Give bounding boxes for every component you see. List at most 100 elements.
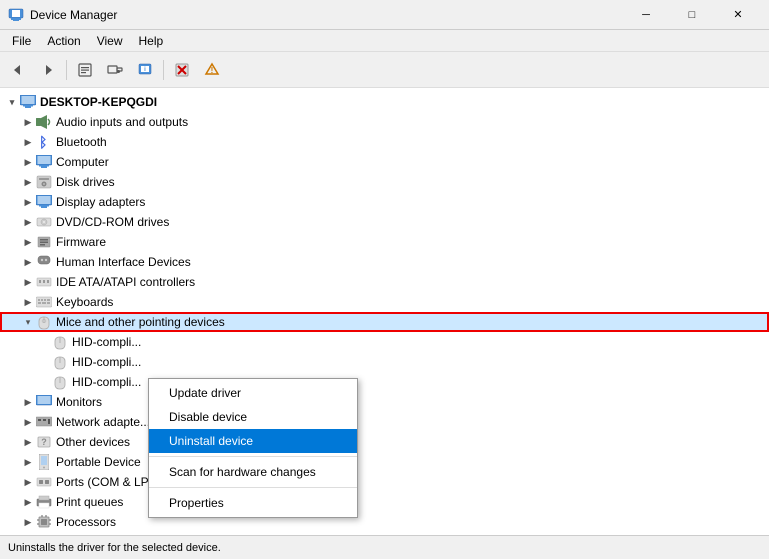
label-ide: IDE ATA/ATAPI controllers — [56, 275, 195, 289]
ctx-item-scan[interactable]: Scan for hardware changes — [149, 460, 357, 484]
menu-file[interactable]: File — [4, 32, 39, 50]
ctx-sep-sep2 — [149, 487, 357, 488]
toggle-hid[interactable]: ▶ — [20, 254, 36, 270]
toggle-software-comp[interactable]: ▶ — [20, 534, 36, 535]
tree-item-ide[interactable]: ▶ IDE ATA/ATAPI controllers — [0, 272, 769, 292]
properties-toolbar-button[interactable] — [71, 56, 99, 84]
svg-text:!: ! — [211, 66, 214, 75]
tree-item-display[interactable]: ▶Display adapters — [0, 192, 769, 212]
status-text: Uninstalls the driver for the selected d… — [8, 542, 221, 554]
icon-software-comp — [36, 534, 52, 535]
toolbar-sep-2 — [163, 60, 164, 80]
tree-item-monitors[interactable]: ▶ Monitors — [0, 392, 769, 412]
label-bluetooth: Bluetooth — [56, 135, 107, 149]
icon-print — [36, 494, 52, 510]
label-print: Print queues — [56, 495, 123, 509]
icon-audio — [36, 114, 52, 130]
tree-item-audio[interactable]: ▶ Audio inputs and outputs — [0, 112, 769, 132]
icon-disk — [36, 174, 52, 190]
icon-hid1 — [52, 334, 68, 350]
tree-item-network[interactable]: ▶ Network adapte... — [0, 412, 769, 432]
label-hid2: HID-compli... — [72, 355, 141, 369]
icon-portable — [36, 454, 52, 470]
label-other: Other devices — [56, 435, 130, 449]
toggle-keyboards[interactable]: ▶ — [20, 294, 36, 310]
toggle-dvd[interactable]: ▶ — [20, 214, 36, 230]
icon-network — [36, 414, 52, 430]
toggle-hid1[interactable] — [36, 334, 52, 350]
tree-item-disk[interactable]: ▶Disk drives — [0, 172, 769, 192]
menu-help[interactable]: Help — [131, 32, 172, 50]
tree-item-hid2[interactable]: HID-compli... — [0, 352, 769, 372]
uninstall-toolbar-button[interactable]: ! — [198, 56, 226, 84]
menu-action[interactable]: Action — [39, 32, 88, 50]
tree-item-bluetooth[interactable]: ▶ᛒ Bluetooth — [0, 132, 769, 152]
toggle-processors[interactable]: ▶ — [20, 514, 36, 530]
device-tree[interactable]: ▾ DESKTOP-KEPQGDI ▶ Audio inputs and outp… — [0, 88, 769, 535]
toggle-print[interactable]: ▶ — [20, 494, 36, 510]
root-label: DESKTOP-KEPQGDI — [40, 95, 157, 109]
tree-item-print[interactable]: ▶ Print queues — [0, 492, 769, 512]
root-toggle[interactable]: ▾ — [4, 94, 20, 110]
tree-item-mice[interactable]: ▾ Mice and other pointing devices — [0, 312, 769, 332]
disable-button[interactable] — [168, 56, 196, 84]
tree-item-keyboards[interactable]: ▶Keyboards — [0, 292, 769, 312]
app-icon — [8, 7, 24, 23]
tree-item-hid[interactable]: ▶ Human Interface Devices — [0, 252, 769, 272]
tree-item-ports[interactable]: ▶Ports (COM & LPT) — [0, 472, 769, 492]
toggle-bluetooth[interactable]: ▶ — [20, 134, 36, 150]
icon-hid3 — [52, 374, 68, 390]
ctx-item-disable[interactable]: Disable device — [149, 405, 357, 429]
label-hid3: HID-compli... — [72, 375, 141, 389]
tree-root[interactable]: ▾ DESKTOP-KEPQGDI — [0, 92, 769, 112]
toggle-ports[interactable]: ▶ — [20, 474, 36, 490]
toggle-network[interactable]: ▶ — [20, 414, 36, 430]
label-portable: Portable Device — [56, 455, 141, 469]
menu-view[interactable]: View — [89, 32, 131, 50]
label-network: Network adapte... — [56, 415, 150, 429]
toggle-computer[interactable]: ▶ — [20, 154, 36, 170]
icon-ports — [36, 474, 52, 490]
label-audio: Audio inputs and outputs — [56, 115, 188, 129]
tree-item-firmware[interactable]: ▶Firmware — [0, 232, 769, 252]
tree-item-hid3[interactable]: HID-compli... — [0, 372, 769, 392]
minimize-button[interactable]: ─ — [623, 0, 669, 30]
toggle-ide[interactable]: ▶ — [20, 274, 36, 290]
toggle-other[interactable]: ▶ — [20, 434, 36, 450]
maximize-button[interactable]: □ — [669, 0, 715, 30]
context-menu: Update driverDisable deviceUninstall dev… — [148, 378, 358, 518]
scan-hardware-button[interactable] — [101, 56, 129, 84]
toggle-monitors[interactable]: ▶ — [20, 394, 36, 410]
icon-bluetooth: ᛒ — [36, 134, 52, 150]
toggle-portable[interactable]: ▶ — [20, 454, 36, 470]
back-button[interactable] — [4, 56, 32, 84]
label-mice: Mice and other pointing devices — [56, 315, 225, 329]
tree-item-hid1[interactable]: HID-compli... — [0, 332, 769, 352]
toggle-display[interactable]: ▶ — [20, 194, 36, 210]
tree-item-portable[interactable]: ▶ Portable Device — [0, 452, 769, 472]
label-hid: Human Interface Devices — [56, 255, 191, 269]
label-monitors: Monitors — [56, 395, 102, 409]
ctx-item-update[interactable]: Update driver — [149, 381, 357, 405]
icon-keyboards — [36, 294, 52, 310]
toggle-disk[interactable]: ▶ — [20, 174, 36, 190]
tree-item-dvd[interactable]: ▶DVD/CD-ROM drives — [0, 212, 769, 232]
toggle-hid3[interactable] — [36, 374, 52, 390]
tree-item-software-comp[interactable]: ▶Software components — [0, 532, 769, 535]
toggle-firmware[interactable]: ▶ — [20, 234, 36, 250]
label-processors: Processors — [56, 515, 116, 529]
tree-item-computer[interactable]: ▶Computer — [0, 152, 769, 172]
toggle-mice[interactable]: ▾ — [20, 314, 36, 330]
icon-ide — [36, 274, 52, 290]
tree-item-other[interactable]: ▶?Other devices — [0, 432, 769, 452]
tree-item-processors[interactable]: ▶ Processors — [0, 512, 769, 532]
toggle-audio[interactable]: ▶ — [20, 114, 36, 130]
icon-processors — [36, 514, 52, 530]
close-button[interactable]: ✕ — [715, 0, 761, 30]
update-driver-button[interactable]: i — [131, 56, 159, 84]
toggle-hid2[interactable] — [36, 354, 52, 370]
ctx-item-properties[interactable]: Properties — [149, 491, 357, 515]
ctx-item-uninstall[interactable]: Uninstall device — [149, 429, 357, 453]
status-bar: Uninstalls the driver for the selected d… — [0, 535, 769, 559]
forward-button[interactable] — [34, 56, 62, 84]
